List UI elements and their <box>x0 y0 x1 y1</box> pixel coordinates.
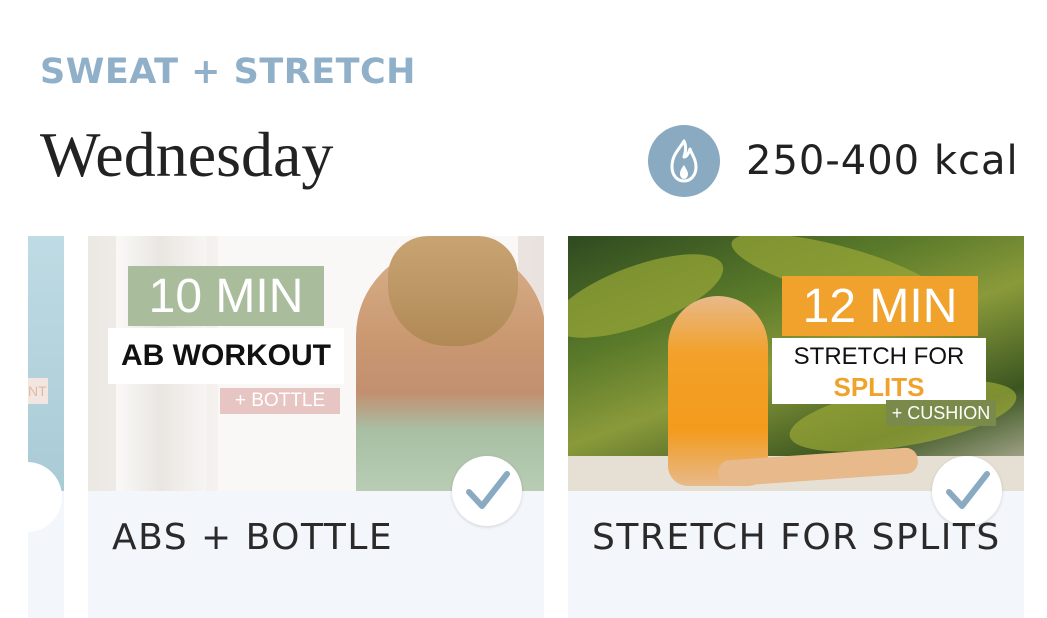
workout-card[interactable]: 12 MIN STRETCH FOR SPLITS + CUSHION STRE… <box>568 236 1024 618</box>
thumbnail-extra: + BOTTLE <box>220 388 340 414</box>
workout-title: STRETCH FOR SPLITS <box>592 517 1001 558</box>
workout-thumbnail: NT <box>28 236 64 491</box>
thumbnail-subtitle: AB WORKOUT <box>108 328 344 384</box>
thumbnail-subtitle-line2: SPLITS <box>833 372 925 402</box>
flame-icon <box>648 125 720 197</box>
workout-card-partial[interactable]: NT <box>28 236 64 618</box>
thumbnail-extra: + CUSHION <box>886 400 996 426</box>
thumbnail-subtitle: STRETCH FOR SPLITS <box>772 338 986 404</box>
day-title: Wednesday <box>40 119 334 190</box>
completed-check-icon[interactable] <box>452 456 522 526</box>
workout-thumbnail: 12 MIN STRETCH FOR SPLITS + CUSHION <box>568 236 1024 491</box>
calorie-range: 250-400 kcal <box>746 138 1019 184</box>
workout-thumbnail: 10 MIN AB WORKOUT + BOTTLE <box>88 236 544 491</box>
category-label: SWEAT + STRETCH <box>40 52 416 92</box>
thumbnail-label-fragment: NT <box>28 378 48 404</box>
thumbnail-subtitle-line1: STRETCH FOR <box>793 343 965 370</box>
workout-title: ABS + BOTTLE <box>112 517 394 558</box>
thumbnail-duration: 10 MIN <box>128 266 324 326</box>
thumbnail-duration: 12 MIN <box>782 276 978 336</box>
workout-card[interactable]: 10 MIN AB WORKOUT + BOTTLE ABS + BOTTLE <box>88 236 544 618</box>
athlete-hair <box>388 236 518 346</box>
